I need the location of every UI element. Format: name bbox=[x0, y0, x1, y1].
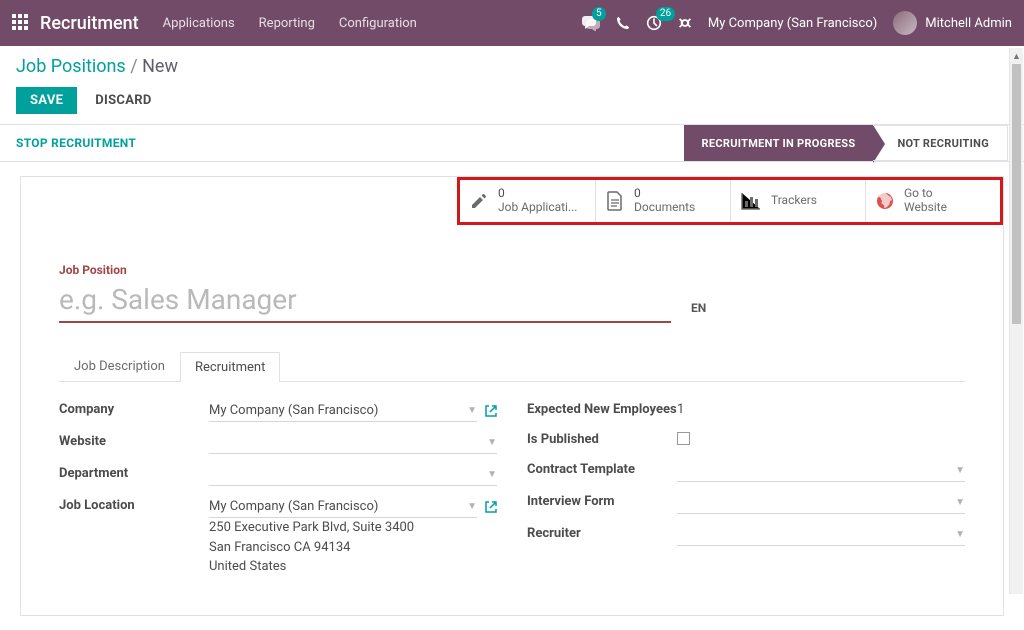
contract-select[interactable]: ▼ bbox=[677, 460, 965, 482]
chevron-down-icon: ▼ bbox=[955, 465, 965, 476]
user-menu[interactable]: Mitchell Admin bbox=[893, 11, 1012, 35]
tab-recruitment[interactable]: Recruitment bbox=[180, 352, 280, 382]
label-expected: Expected New Employees bbox=[527, 400, 677, 417]
external-link-icon[interactable] bbox=[485, 501, 497, 513]
debug-icon[interactable] bbox=[678, 16, 692, 30]
nav-link-configuration[interactable]: Configuration bbox=[339, 16, 417, 31]
breadcrumb-current: New bbox=[142, 56, 178, 77]
status-in-progress[interactable]: RECRUITMENT IN PROGRESS bbox=[684, 125, 874, 161]
nav-link-applications[interactable]: Applications bbox=[163, 16, 235, 31]
expected-value[interactable]: 1 bbox=[677, 400, 965, 417]
activities-icon[interactable]: 26 bbox=[646, 15, 662, 31]
label-published: Is Published bbox=[527, 430, 677, 447]
app-brand[interactable]: Recruitment bbox=[40, 13, 139, 34]
scrollbar[interactable]: ▲ bbox=[1009, 48, 1023, 594]
scroll-thumb[interactable] bbox=[1012, 64, 1021, 324]
bar-chart-icon bbox=[741, 192, 761, 210]
chevron-down-icon: ▼ bbox=[467, 501, 477, 512]
nav-link-reporting[interactable]: Reporting bbox=[259, 16, 315, 31]
label-department: Department bbox=[59, 464, 209, 481]
job-position-label: Job Position bbox=[59, 263, 965, 277]
phone-icon[interactable] bbox=[616, 16, 630, 30]
tab-job-description[interactable]: Job Description bbox=[59, 351, 180, 381]
messaging-badge: 5 bbox=[592, 7, 606, 21]
avatar bbox=[893, 11, 917, 35]
stat-applications[interactable]: 0 Job Applicati... bbox=[460, 180, 595, 222]
status-pills: RECRUITMENT IN PROGRESS NOT RECRUITING bbox=[684, 125, 1008, 161]
discard-button[interactable]: DISCARD bbox=[95, 93, 151, 108]
published-checkbox[interactable] bbox=[677, 432, 690, 445]
recruitment-form: Company My Company (San Francisco)▼ Webs… bbox=[21, 382, 1003, 615]
interview-select[interactable]: ▼ bbox=[677, 492, 965, 514]
status-bar: STOP RECRUITMENT RECRUITMENT IN PROGRESS… bbox=[0, 124, 1024, 162]
chevron-down-icon: ▼ bbox=[955, 529, 965, 540]
stat-trackers[interactable]: Trackers bbox=[730, 180, 865, 222]
chevron-down-icon: ▼ bbox=[487, 437, 497, 448]
top-nav: Recruitment Applications Reporting Confi… bbox=[0, 0, 1024, 46]
document-icon bbox=[606, 191, 624, 211]
label-job-location: Job Location bbox=[59, 496, 209, 513]
user-name: Mitchell Admin bbox=[925, 16, 1012, 31]
nav-links: Applications Reporting Configuration bbox=[163, 16, 417, 31]
chevron-down-icon: ▼ bbox=[955, 497, 965, 508]
scroll-up-icon[interactable]: ▲ bbox=[1010, 48, 1023, 64]
label-company: Company bbox=[59, 400, 209, 417]
stat-button-box: 0 Job Applicati... 0 Documents bbox=[457, 177, 1003, 225]
lang-badge[interactable]: EN bbox=[691, 301, 706, 315]
pencil-icon bbox=[470, 192, 488, 210]
stat-documents[interactable]: 0 Documents bbox=[595, 180, 730, 222]
job-location-select[interactable]: My Company (San Francisco)▼ bbox=[209, 496, 477, 518]
nav-systray: 5 26 My Company (San Francisco) Mitchell… bbox=[582, 11, 1012, 35]
label-recruiter: Recruiter bbox=[527, 524, 677, 541]
job-location-address: 250 Executive Park Blvd, Suite 3400 San … bbox=[209, 518, 497, 577]
label-contract: Contract Template bbox=[527, 460, 677, 477]
save-button[interactable]: SAVE bbox=[16, 87, 77, 114]
recruiter-select[interactable]: ▼ bbox=[677, 524, 965, 546]
globe-icon bbox=[876, 192, 894, 210]
chevron-down-icon: ▼ bbox=[487, 469, 497, 480]
label-interview: Interview Form bbox=[527, 492, 677, 509]
breadcrumb: Job Positions / New bbox=[16, 56, 1008, 77]
control-panel: Job Positions / New SAVE DISCARD bbox=[0, 46, 1024, 114]
notebook-tabs: Job Description Recruitment bbox=[59, 351, 965, 382]
messaging-icon[interactable]: 5 bbox=[582, 15, 600, 31]
label-website: Website bbox=[59, 432, 209, 449]
department-select[interactable]: ▼ bbox=[209, 464, 497, 486]
apps-icon[interactable] bbox=[12, 14, 30, 32]
company-select[interactable]: My Company (San Francisco)▼ bbox=[209, 400, 477, 422]
stat-website[interactable]: Go to Website bbox=[865, 180, 1000, 222]
form-sheet: 0 Job Applicati... 0 Documents bbox=[20, 176, 1004, 616]
chevron-down-icon: ▼ bbox=[467, 405, 477, 416]
breadcrumb-parent[interactable]: Job Positions bbox=[16, 56, 126, 77]
external-link-icon[interactable] bbox=[485, 405, 497, 417]
status-not-recruiting[interactable]: NOT RECRUITING bbox=[873, 125, 1008, 161]
company-switcher[interactable]: My Company (San Francisco) bbox=[708, 16, 877, 31]
stop-recruitment-button[interactable]: STOP RECRUITMENT bbox=[16, 136, 136, 150]
website-select[interactable]: ▼ bbox=[209, 432, 497, 454]
job-position-input[interactable] bbox=[59, 281, 671, 323]
activities-badge: 26 bbox=[656, 7, 675, 21]
